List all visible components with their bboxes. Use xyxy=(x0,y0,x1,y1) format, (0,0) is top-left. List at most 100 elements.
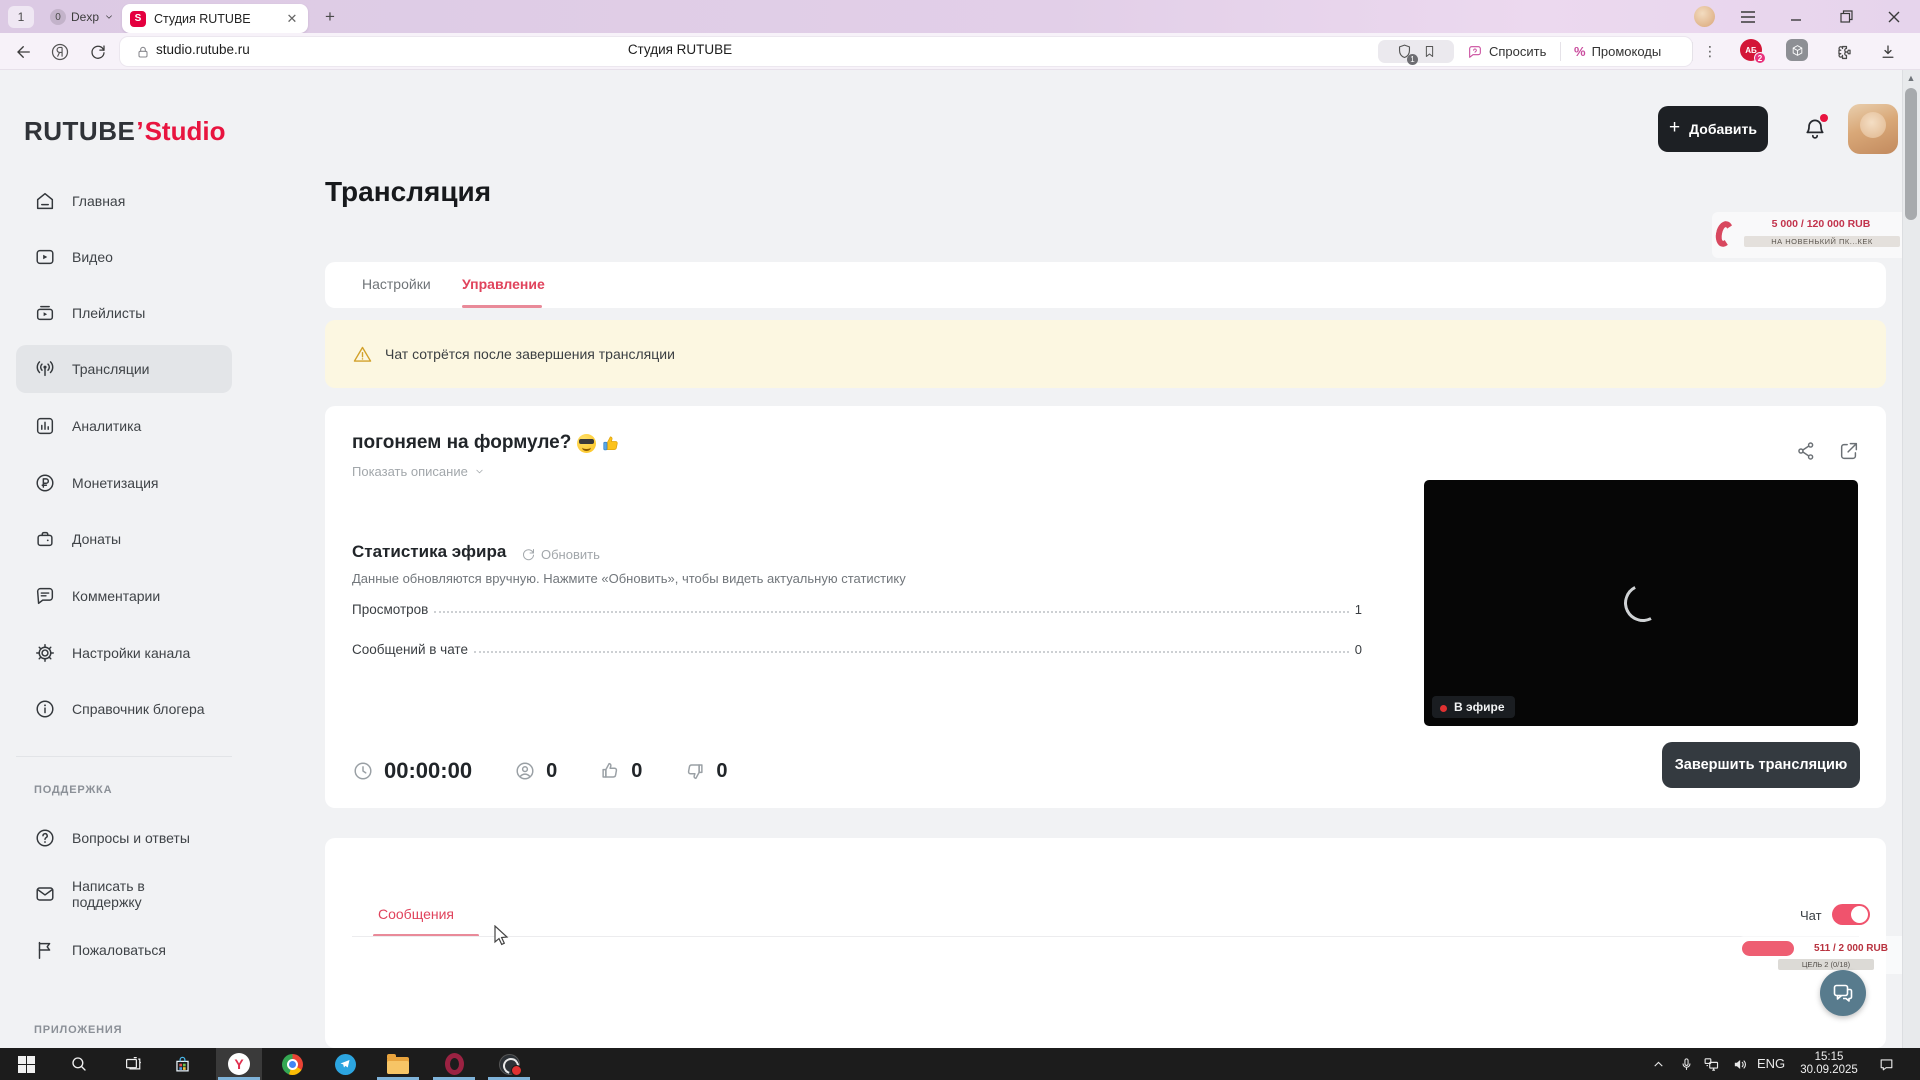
sidebar-item-comments[interactable]: Комментарии xyxy=(16,572,232,620)
notifications-bell-icon[interactable] xyxy=(1800,114,1830,144)
sidebar-item-home[interactable]: Главная xyxy=(16,177,232,225)
browser-tab[interactable]: S Студия RUTUBE ✕ xyxy=(122,4,308,33)
mouse-cursor xyxy=(492,925,514,947)
sidebar-item-channel-settings[interactable]: Настройки канала xyxy=(16,629,232,677)
action-center-icon[interactable] xyxy=(1872,1050,1900,1078)
download-icon[interactable] xyxy=(1874,38,1902,66)
logo-apostrophe: ’ xyxy=(136,116,143,147)
stat-value: 0 xyxy=(1355,642,1362,657)
yandex-home-icon[interactable] xyxy=(46,38,74,66)
live-counters: 00:00:00 0 0 0 xyxy=(352,758,727,784)
sidebar-item-label: Аналитика xyxy=(72,418,141,434)
network-icon[interactable] xyxy=(1697,1050,1725,1078)
taskbar-clock[interactable]: 15:15 30.09.2025 xyxy=(1796,1051,1862,1077)
back-icon[interactable] xyxy=(10,38,38,66)
sidebar-item-playlists[interactable]: Плейлисты xyxy=(16,289,232,337)
browser-menu-icon[interactable] xyxy=(1726,0,1770,33)
browser-profile-avatar[interactable] xyxy=(1694,6,1715,27)
microphone-icon[interactable] xyxy=(1672,1050,1700,1078)
logo-studio: Studio xyxy=(145,116,226,147)
start-button-icon[interactable] xyxy=(12,1050,40,1078)
emoji-sunglasses-icon xyxy=(577,434,596,453)
tab-messages[interactable]: Сообщения xyxy=(378,906,454,922)
toolbar-divider xyxy=(1692,42,1693,61)
refresh-icon[interactable] xyxy=(84,38,112,66)
window-maximize-button[interactable] xyxy=(1824,0,1868,33)
tab-group-chip[interactable]: 0 Dexp xyxy=(42,6,122,28)
sidebar-item-label: Справочник блогера xyxy=(72,701,205,717)
rutube-studio-logo[interactable]: RUTUBE ’ Studio xyxy=(24,116,225,147)
language-indicator[interactable]: ENG xyxy=(1757,1056,1785,1071)
sidebar-item-monetization[interactable]: Монетизация xyxy=(16,459,232,507)
tab-close-icon[interactable]: ✕ xyxy=(284,11,300,27)
donation-icon xyxy=(34,528,56,550)
ask-button[interactable]: Спросить xyxy=(1466,41,1546,62)
new-tab-button[interactable]: + xyxy=(320,7,340,27)
sidebar-support-header: ПОДДЕРЖКА xyxy=(34,784,112,796)
end-broadcast-button[interactable]: Завершить трансляцию xyxy=(1662,742,1860,788)
tab-count-button[interactable]: 1 xyxy=(8,6,34,28)
tab-management[interactable]: Управление xyxy=(462,276,545,292)
sidebar-item-video[interactable]: Видео xyxy=(16,233,232,281)
browser-titlebar: 1 0 Dexp S Студия RUTUBE ✕ + xyxy=(0,0,1920,33)
add-button[interactable]: + Добавить xyxy=(1658,106,1768,152)
open-external-icon[interactable] xyxy=(1838,440,1860,462)
tray-chevron-icon[interactable] xyxy=(1644,1050,1672,1078)
window-minimize-button[interactable] xyxy=(1774,0,1818,33)
tab-settings[interactable]: Настройки xyxy=(362,276,431,292)
emoji-thumbs-up-icon xyxy=(601,434,620,453)
obs-icon[interactable] xyxy=(495,1050,523,1078)
show-description-link[interactable]: Показать описание xyxy=(352,464,485,479)
playlist-icon xyxy=(34,302,56,324)
address-bar[interactable] xyxy=(120,37,1692,66)
adblock-extension-icon[interactable]: АБ 2 xyxy=(1740,39,1762,61)
sidebar-item-label: Донаты xyxy=(72,531,121,547)
task-view-icon[interactable] xyxy=(119,1050,147,1078)
sidebar-item-donations[interactable]: Донаты xyxy=(16,515,232,563)
broadcast-icon xyxy=(34,358,56,380)
file-explorer-icon[interactable] xyxy=(384,1050,412,1078)
promos-button[interactable]: % Промокоды xyxy=(1574,41,1661,62)
sidebar-item-broadcasts[interactable]: Трансляции xyxy=(16,345,232,393)
scrollbar-up-arrow[interactable]: ▲ xyxy=(1906,73,1916,83)
chat-toggle[interactable] xyxy=(1832,904,1870,925)
sidebar-item-faq[interactable]: Вопросы и ответы xyxy=(16,814,232,862)
kebab-menu-icon[interactable]: ⋮ xyxy=(1700,40,1720,63)
sidebar-item-report[interactable]: Пожаловаться xyxy=(16,926,232,974)
mail-icon xyxy=(34,883,56,905)
sidebar-item-analytics[interactable]: Аналитика xyxy=(16,402,232,450)
donation-goal-widget-top: 5 000 / 120 000 RUB НА НОВЕНЬКИЙ ПК...КЕ… xyxy=(1712,212,1908,258)
stream-timer: 00:00:00 xyxy=(352,758,472,784)
search-icon[interactable] xyxy=(65,1050,93,1078)
opera-icon[interactable] xyxy=(440,1050,468,1078)
stat-row-views: Просмотров 1 xyxy=(352,602,1362,617)
sidebar-apps-header: ПРИЛОЖЕНИЯ xyxy=(34,1024,122,1036)
lock-icon[interactable] xyxy=(134,43,151,60)
scrollbar-thumb[interactable] xyxy=(1905,88,1917,220)
support-chat-fab[interactable] xyxy=(1820,970,1866,1016)
sidebar-item-contact-support[interactable]: Написать в поддержку xyxy=(16,870,232,918)
puzzle-extensions-icon[interactable] xyxy=(1830,38,1858,66)
refresh-stats-button[interactable]: Обновить xyxy=(521,547,600,562)
telegram-icon[interactable] xyxy=(331,1050,359,1078)
viewers-counter: 0 xyxy=(514,760,557,783)
speaker-icon[interactable] xyxy=(1726,1050,1754,1078)
window-close-button[interactable] xyxy=(1872,0,1916,33)
url-text[interactable]: studio.rutube.ru xyxy=(156,42,250,57)
store-icon[interactable] xyxy=(168,1050,196,1078)
chrome-icon[interactable] xyxy=(278,1050,306,1078)
info-icon xyxy=(34,698,56,720)
user-avatar[interactable] xyxy=(1848,104,1898,154)
video-icon xyxy=(34,246,56,268)
cube-extension-icon[interactable] xyxy=(1786,39,1808,61)
dotted-leader xyxy=(474,651,1349,653)
share-icon[interactable] xyxy=(1795,440,1817,462)
protect-shield-icon[interactable]: 1 xyxy=(1395,43,1413,61)
live-badge: В эфире xyxy=(1432,696,1515,718)
sidebar-item-blogger-guide[interactable]: Справочник блогера xyxy=(16,685,232,733)
yandex-browser-icon[interactable]: Y xyxy=(225,1050,253,1078)
bookmark-icon[interactable] xyxy=(1421,44,1437,60)
home-icon xyxy=(34,190,56,212)
active-tab-underline xyxy=(462,305,542,308)
stream-preview-player[interactable]: В эфире xyxy=(1424,480,1858,726)
